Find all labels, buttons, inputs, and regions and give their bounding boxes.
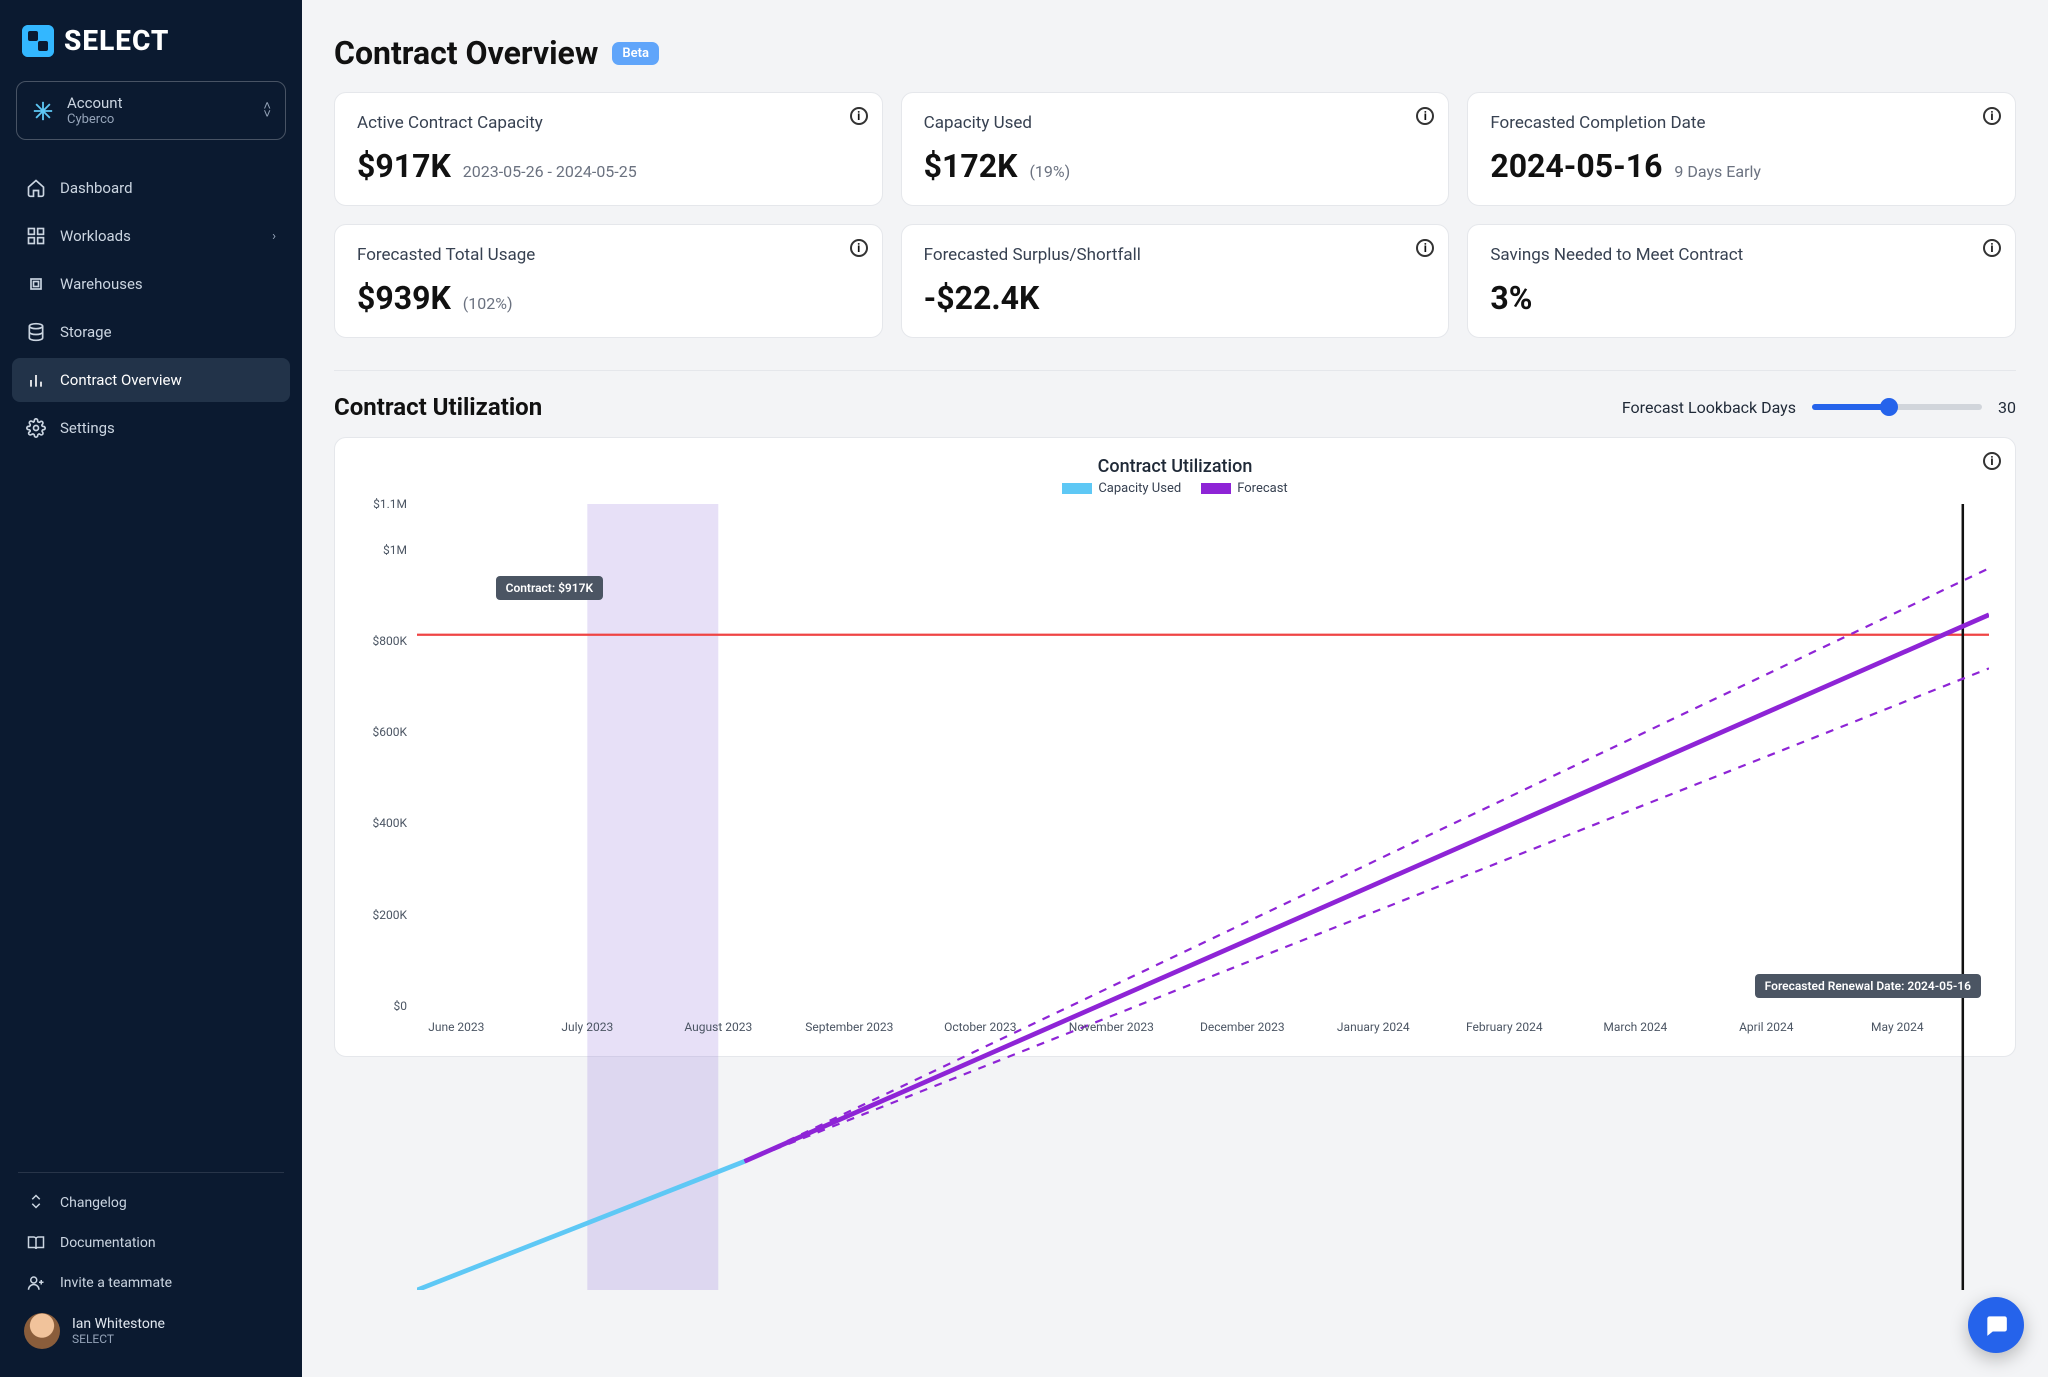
info-icon[interactable]: i (1416, 239, 1434, 257)
nav-label: Documentation (60, 1235, 156, 1251)
lookback-label: Forecast Lookback Days (1622, 398, 1796, 417)
nav-contract-overview[interactable]: Contract Overview (12, 358, 290, 402)
info-icon[interactable]: i (850, 107, 868, 125)
nav-workloads[interactable]: Workloads › (12, 214, 290, 258)
card-surplus: i Forecasted Surplus/Shortfall -$22.4K (901, 224, 1450, 338)
brand-name: SELECT (64, 24, 169, 57)
beta-badge: Beta (612, 42, 659, 65)
legend-used: Capacity Used (1062, 481, 1181, 496)
bar-chart-icon (26, 370, 46, 390)
home-icon (26, 178, 46, 198)
snowflake-icon (31, 99, 55, 123)
card-active-capacity: i Active Contract Capacity $917K 2023-05… (334, 92, 883, 206)
card-title: Forecasted Surplus/Shortfall (924, 245, 1427, 265)
chart-card: i Contract Utilization Capacity Used For… (334, 437, 2016, 1057)
user-name: Ian Whitestone (72, 1316, 165, 1332)
chart-svg (417, 504, 1989, 1290)
card-subtext: 2023-05-26 - 2024-05-25 (463, 162, 637, 181)
nav-label: Warehouses (60, 275, 143, 293)
card-title: Capacity Used (924, 113, 1427, 133)
nav-label: Storage (60, 323, 112, 341)
nav-documentation[interactable]: Documentation (12, 1223, 290, 1263)
summary-cards: i Active Contract Capacity $917K 2023-05… (334, 92, 2016, 338)
card-title: Forecasted Completion Date (1490, 113, 1993, 133)
card-forecasted-completion: i Forecasted Completion Date 2024-05-16 … (1467, 92, 2016, 206)
arrows-icon (26, 1193, 46, 1213)
card-savings: i Savings Needed to Meet Contract 3% (1467, 224, 2016, 338)
chevron-right-icon: › (272, 229, 276, 244)
nav-storage[interactable]: Storage (12, 310, 290, 354)
nav-changelog[interactable]: Changelog (12, 1183, 290, 1223)
card-forecasted-total: i Forecasted Total Usage $939K (102%) (334, 224, 883, 338)
user-plus-icon (26, 1273, 46, 1293)
chart-legend: Capacity Used Forecast (357, 481, 1993, 496)
slider-thumb[interactable] (1880, 398, 1898, 416)
secondary-nav: Changelog Documentation Invite a teammat… (12, 1183, 290, 1303)
utilization-title: Contract Utilization (334, 393, 542, 421)
nav-label: Workloads (60, 227, 131, 245)
card-subtext: (102%) (463, 294, 513, 313)
nav-dashboard[interactable]: Dashboard (12, 166, 290, 210)
card-value: -$22.4K (924, 279, 1040, 317)
nav-label: Invite a teammate (60, 1275, 172, 1291)
card-title: Forecasted Total Usage (357, 245, 860, 265)
info-icon[interactable]: i (1983, 452, 2001, 470)
chart-title: Contract Utilization (357, 456, 1993, 477)
lookback-control: Forecast Lookback Days 30 (1622, 398, 2016, 417)
account-label: Account (67, 94, 123, 112)
brand-logo-icon (22, 25, 54, 57)
card-value: $917K (357, 147, 451, 185)
nav-warehouses[interactable]: Warehouses (12, 262, 290, 306)
lookback-value: 30 (1998, 398, 2016, 417)
card-title: Active Contract Capacity (357, 113, 860, 133)
card-value: $939K (357, 279, 451, 317)
card-subtext: (19%) (1029, 162, 1070, 181)
card-value: $172K (924, 147, 1018, 185)
grid-icon (26, 226, 46, 246)
account-switcher[interactable]: Account Cyberco ˄˅ (16, 81, 286, 140)
card-value: 3% (1490, 279, 1532, 317)
chart-plot[interactable]: $0$200K$400K$600K$800K$1M$1.1MJune 2023J… (357, 502, 1993, 1042)
lookback-slider[interactable] (1812, 404, 1982, 410)
book-icon (26, 1233, 46, 1253)
info-icon[interactable]: i (1983, 107, 2001, 125)
account-name: Cyberco (67, 112, 123, 127)
main-content: Contract Overview Beta i Active Contract… (302, 0, 2048, 1377)
legend-forecast: Forecast (1201, 481, 1287, 496)
gear-icon (26, 418, 46, 438)
user-org: SELECT (72, 1332, 165, 1346)
renewal-badge: Forecasted Renewal Date: 2024-05-16 (1755, 974, 1981, 998)
info-icon[interactable]: i (850, 239, 868, 257)
card-capacity-used: i Capacity Used $172K (19%) (901, 92, 1450, 206)
nav-label: Dashboard (60, 179, 133, 197)
database-icon (26, 322, 46, 342)
brand-logo: SELECT (12, 18, 290, 63)
nav-invite[interactable]: Invite a teammate (12, 1263, 290, 1303)
user-profile[interactable]: Ian Whitestone SELECT (12, 1303, 290, 1359)
sidebar: SELECT Account Cyberco ˄˅ Dashboard Work… (0, 0, 302, 1377)
nav-label: Changelog (60, 1195, 127, 1211)
info-icon[interactable]: i (1983, 239, 2001, 257)
help-chat-button[interactable] (1968, 1297, 2024, 1353)
card-subtext: 9 Days Early (1674, 162, 1761, 181)
page-title: Contract Overview (334, 34, 598, 72)
card-value: 2024-05-16 (1490, 147, 1662, 185)
cpu-icon (26, 274, 46, 294)
primary-nav: Dashboard Workloads › Warehouses Storage… (12, 166, 290, 450)
card-title: Savings Needed to Meet Contract (1490, 245, 1993, 265)
info-icon[interactable]: i (1416, 107, 1434, 125)
avatar (24, 1313, 60, 1349)
chevron-up-down-icon: ˄˅ (263, 103, 271, 119)
nav-label: Contract Overview (60, 371, 182, 389)
nav-label: Settings (60, 419, 115, 437)
contract-badge: Contract: $917K (496, 576, 604, 600)
nav-settings[interactable]: Settings (12, 406, 290, 450)
